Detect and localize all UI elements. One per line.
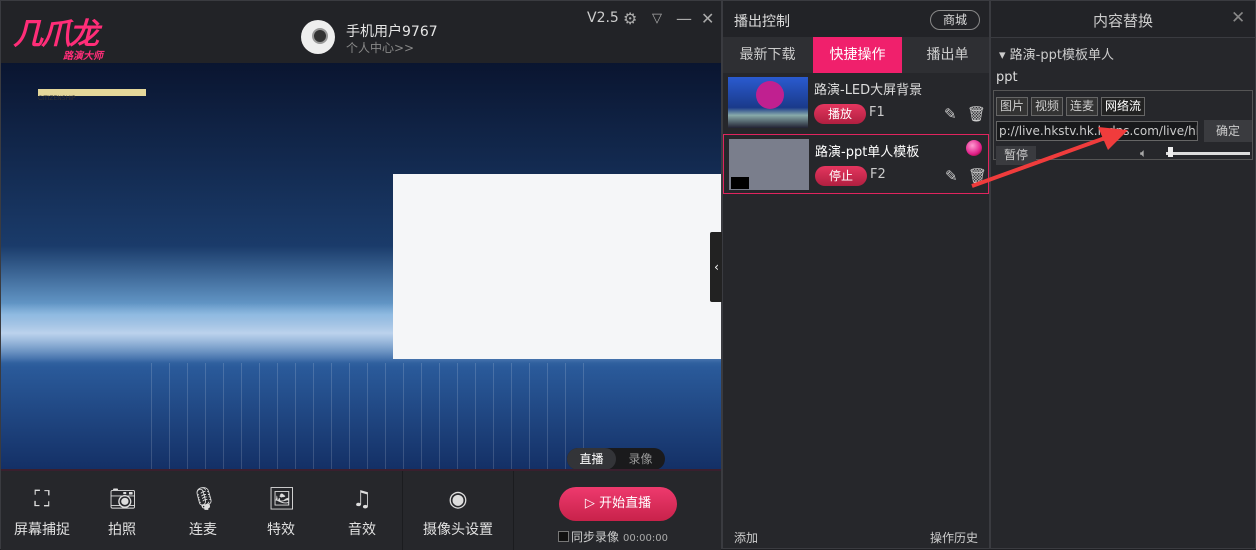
annotation-arrow: [971, 127, 1128, 188]
